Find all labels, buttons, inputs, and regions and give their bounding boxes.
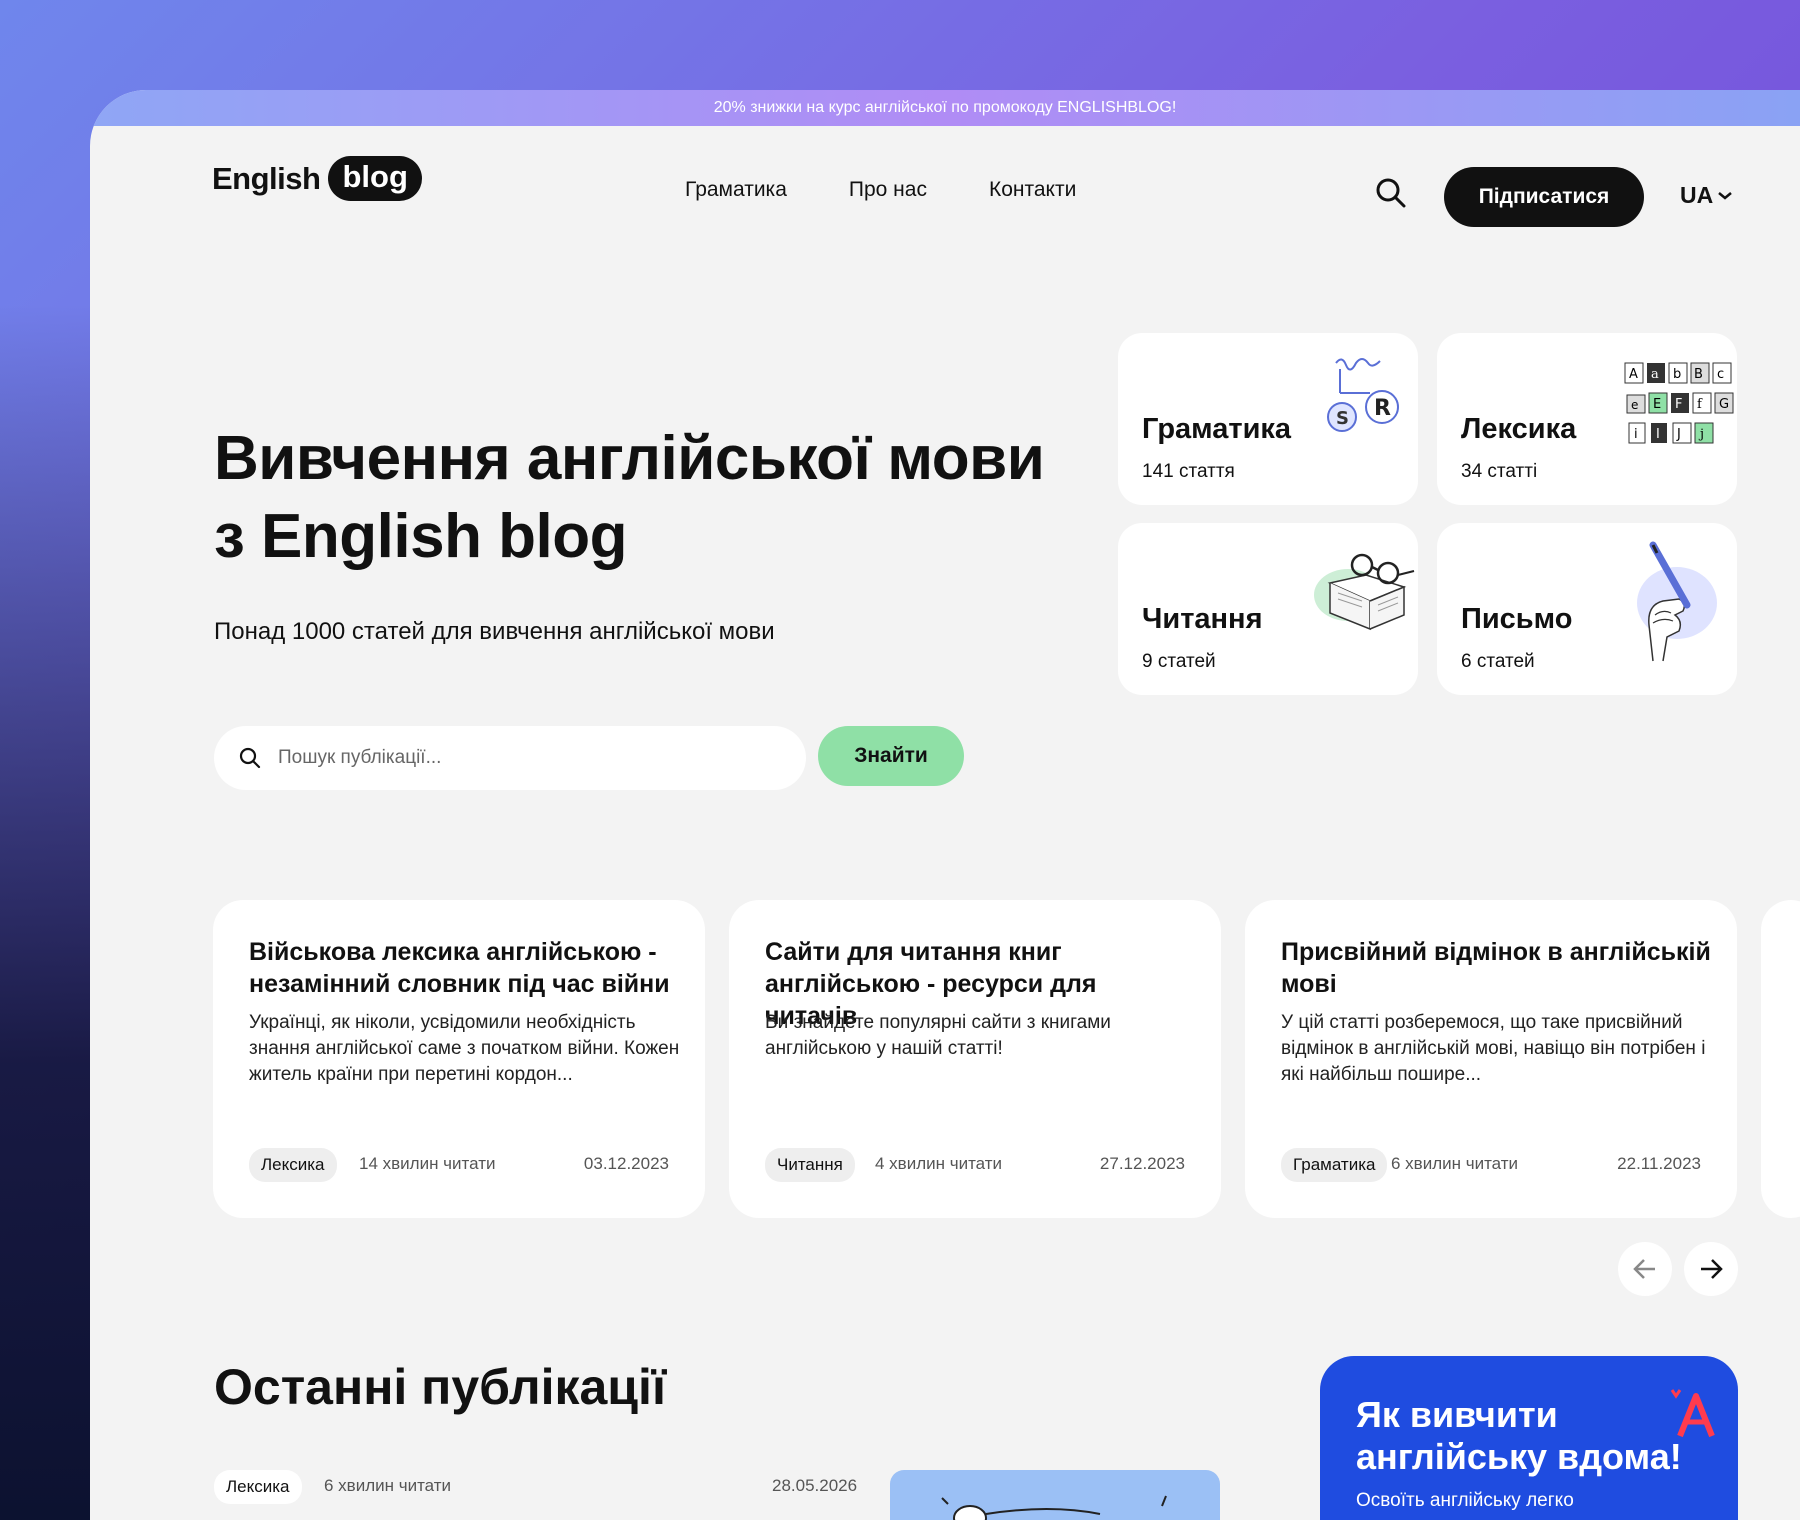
article-tag[interactable]: Лексика	[249, 1148, 337, 1182]
latest-article-image[interactable]	[890, 1470, 1220, 1520]
language-label: UA	[1680, 182, 1714, 208]
svg-text:R: R	[1374, 396, 1391, 421]
logo-pill: blog	[328, 156, 422, 201]
category-name: Лексика	[1461, 413, 1577, 445]
article-title: Військова лексика англійською - незамінн…	[249, 938, 670, 998]
letter-a-logo-icon	[1670, 1389, 1715, 1438]
carousel-next-button[interactable]	[1684, 1242, 1738, 1296]
article-date: 03.12.2023	[583, 1154, 669, 1173]
subscribe-button[interactable]: Підписатися	[1444, 167, 1644, 227]
svg-text:S: S	[1336, 408, 1349, 429]
article-card[interactable]: Сайти для читання книг англійською - рес…	[729, 900, 1221, 1218]
svg-text:F: F	[1675, 397, 1682, 412]
category-card-grammar[interactable]: S R Граматика 141 стаття	[1118, 333, 1418, 505]
main-nav: Граматика Про нас Контакти	[685, 178, 1076, 202]
category-count: 141 стаття	[1142, 461, 1235, 482]
book-glasses-illustration-icon	[1314, 553, 1415, 631]
logo[interactable]: English blog	[212, 156, 422, 201]
logo-text: English	[212, 160, 321, 196]
svg-text:E: E	[1653, 397, 1661, 412]
category-count: 9 статей	[1142, 651, 1216, 672]
article-read-time: 6 хвилин читати	[1391, 1154, 1519, 1173]
svg-text:J: J	[1676, 427, 1681, 442]
hero-title-line1: Вивчення англійської мови	[214, 424, 1045, 493]
article-card[interactable]: Військова лексика англійською - незамінн…	[213, 900, 705, 1218]
promo-card-title: Як вивчити англійську вдома!	[1356, 1394, 1682, 1477]
search-input[interactable]	[278, 747, 758, 769]
svg-text:B: B	[1694, 367, 1703, 382]
carousel-prev-button[interactable]	[1618, 1242, 1672, 1296]
article-card-partial[interactable]	[1761, 900, 1800, 1218]
category-count: 34 статті	[1461, 461, 1538, 482]
article-read-time: 14 хвилин читати	[359, 1154, 496, 1173]
hero-title-line2: з English blog	[214, 502, 628, 571]
search-field	[214, 726, 806, 790]
category-name: Читання	[1142, 603, 1263, 635]
svg-text:b: b	[1673, 367, 1681, 382]
category-name: Письмо	[1461, 603, 1573, 635]
svg-text:i: i	[1634, 427, 1638, 442]
category-card-vocabulary[interactable]: A a b B c e E F f G i I J j Лексика 34 с…	[1437, 333, 1737, 505]
article-excerpt: Українці, як ніколи, усвідомили необхідн…	[249, 1012, 680, 1085]
search-icon[interactable]	[1374, 176, 1408, 210]
arrow-left-icon	[1633, 1259, 1655, 1279]
svg-text:e: e	[1631, 398, 1638, 412]
latest-article-read-time: 6 хвилин читати	[324, 1476, 452, 1495]
category-count: 6 статей	[1461, 651, 1535, 672]
article-excerpt: Ви знайдете популярні сайти з книгами ан…	[765, 1012, 1111, 1059]
letters-illustration-icon: A a b B c e E F f G i I J j	[1624, 362, 1734, 444]
language-select[interactable]: UA	[1680, 182, 1733, 209]
promo-card-subtitle: Освоїть англійську легко	[1356, 1490, 1574, 1511]
hand-pen-illustration-icon	[1637, 541, 1717, 662]
promo-bar[interactable]: 20% знижки на курс англійської по промок…	[90, 90, 1800, 126]
latest-article-tag[interactable]: Лексика	[214, 1470, 302, 1504]
category-card-reading[interactable]: Читання 9 статей	[1118, 523, 1418, 695]
nav-item-about[interactable]: Про нас	[849, 178, 927, 202]
find-button[interactable]: Знайти	[818, 726, 964, 786]
site-header: English blog Граматика Про нас Контакти …	[90, 126, 1800, 236]
article-card[interactable]: Присвійний відмінок в англійській мові У…	[1245, 900, 1737, 1218]
search-icon	[239, 747, 261, 769]
svg-text:A: A	[1629, 367, 1638, 382]
hero-title: Вивчення англійської мови з English blog	[214, 420, 1054, 576]
svg-text:G: G	[1719, 397, 1729, 412]
nav-item-grammar[interactable]: Граматика	[685, 178, 787, 202]
category-name: Граматика	[1142, 413, 1292, 445]
category-card-writing[interactable]: Письмо 6 статей	[1437, 523, 1737, 695]
arrow-right-icon	[1701, 1259, 1723, 1279]
svg-text:c: c	[1717, 367, 1724, 382]
chevron-down-icon	[1718, 191, 1733, 200]
nav-item-contacts[interactable]: Контакти	[989, 178, 1076, 202]
grammar-illustration-icon: S R	[1327, 358, 1399, 432]
article-illustration-icon	[941, 1495, 1167, 1520]
latest-publications-title: Останні публікації	[214, 1359, 667, 1415]
article-excerpt: У цій статті розберемося, що таке присві…	[1281, 1012, 1706, 1085]
article-read-time: 4 хвилин читати	[875, 1154, 1003, 1173]
svg-text:a: a	[1651, 367, 1659, 382]
article-title: Присвійний відмінок в англійській мові	[1281, 938, 1711, 998]
svg-text:I: I	[1656, 427, 1660, 442]
promo-card[interactable]: Як вивчити англійську вдома! Освоїть анг…	[1320, 1356, 1738, 1520]
hero-subtitle: Понад 1000 статей для вивчення англійськ…	[214, 618, 775, 645]
article-date: 27.12.2023	[1099, 1154, 1185, 1173]
browser-window: 20% знижки на курс англійської по промок…	[90, 90, 1800, 1520]
article-date: 22.11.2023	[1617, 1154, 1701, 1173]
article-tag[interactable]: Читання	[765, 1148, 855, 1182]
article-tag[interactable]: Граматика	[1281, 1148, 1388, 1182]
latest-article-date: 28.05.2026	[772, 1476, 858, 1495]
